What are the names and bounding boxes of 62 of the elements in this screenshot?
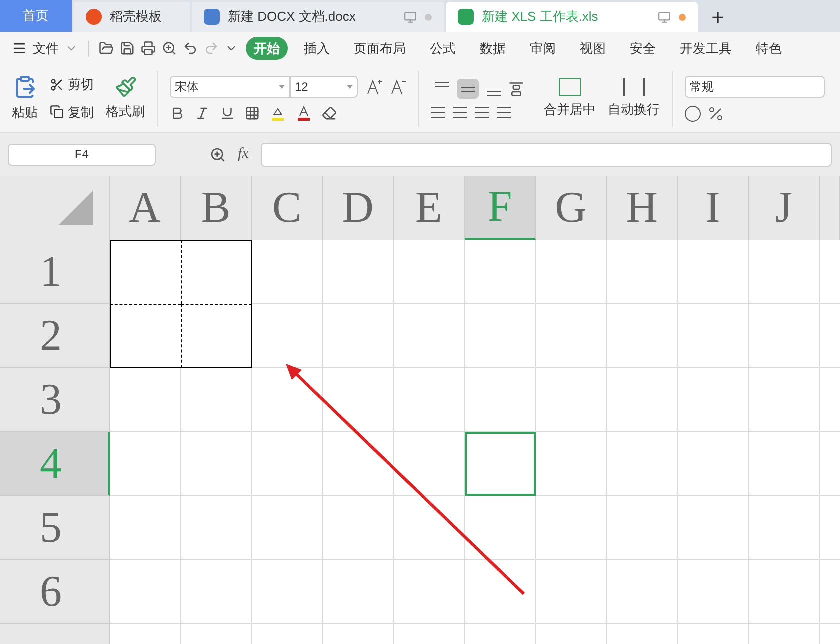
menu-tab[interactable]: 页面布局 xyxy=(346,36,414,60)
align-icon[interactable] xyxy=(431,107,445,118)
name-box[interactable]: F4 xyxy=(8,144,156,166)
font-color-icon[interactable] xyxy=(296,106,312,122)
caret-icon[interactable] xyxy=(279,84,285,88)
font-size-dropdown[interactable]: 12 xyxy=(290,76,358,98)
print-icon[interactable] xyxy=(141,41,156,56)
menu-tab[interactable]: 审阅 xyxy=(522,36,564,60)
cell[interactable] xyxy=(110,240,181,304)
active-cell[interactable] xyxy=(465,432,536,496)
document-tab[interactable]: 稻壳模板 xyxy=(74,2,190,32)
copy-icon[interactable] xyxy=(50,105,64,120)
menu-tab[interactable]: 特色 xyxy=(748,36,790,60)
file-menu[interactable]: 文件 xyxy=(33,38,59,58)
menu-tab[interactable]: 数据 xyxy=(472,36,514,60)
scissors-icon[interactable] xyxy=(50,78,64,92)
cell[interactable] xyxy=(110,304,181,368)
monitor-icon[interactable] xyxy=(658,10,671,24)
clipboard-icon[interactable] xyxy=(13,74,37,99)
cut-button[interactable]: 剪切 xyxy=(68,75,94,94)
folder-icon[interactable] xyxy=(99,41,114,56)
monitor-icon[interactable] xyxy=(404,10,417,24)
align-icon[interactable] xyxy=(497,107,511,118)
eraser-icon[interactable] xyxy=(322,106,337,121)
copy-button[interactable]: 复制 xyxy=(68,102,94,122)
paste-button[interactable]: 粘贴 xyxy=(12,102,38,122)
cell[interactable] xyxy=(181,240,252,304)
menu-tab[interactable]: 视图 xyxy=(572,36,614,60)
new-tab-button[interactable]: + xyxy=(698,2,738,32)
decrease-font-icon[interactable] xyxy=(390,78,406,94)
paintbrush-icon[interactable] xyxy=(114,76,136,98)
align-icon[interactable] xyxy=(453,107,467,118)
menu-tab[interactable]: 安全 xyxy=(622,36,664,60)
menu-icon[interactable] xyxy=(12,41,27,56)
menu-tab[interactable]: 公式 xyxy=(422,36,464,60)
menu-tab[interactable]: 开发工具 xyxy=(672,36,740,60)
align-icon[interactable] xyxy=(475,107,489,118)
format-painter-button[interactable]: 格式刷 xyxy=(106,102,145,122)
zoom-icon[interactable] xyxy=(210,146,226,162)
underline-icon[interactable] xyxy=(220,106,235,121)
document-tab[interactable]: 新建 DOCX 文档.docx xyxy=(192,2,444,32)
formula-input-field[interactable] xyxy=(260,142,832,166)
menu-tab[interactable]: 插入 xyxy=(296,36,338,60)
merge-center-button[interactable]: 合并居中 xyxy=(544,78,596,120)
number-format-dropdown[interactable]: 常规 xyxy=(685,76,825,98)
font-name-dropdown[interactable]: 宋体 xyxy=(170,76,290,98)
cell[interactable] xyxy=(181,304,252,368)
select-all-icon[interactable] xyxy=(59,191,93,225)
function-label[interactable]: fx xyxy=(238,143,249,166)
percent-icon[interactable] xyxy=(709,106,723,120)
caret-icon[interactable] xyxy=(347,84,353,88)
vertical-align-button[interactable] xyxy=(457,79,479,99)
redo-icon[interactable] xyxy=(204,41,219,56)
border-icon[interactable] xyxy=(245,106,260,121)
print-preview-icon[interactable] xyxy=(162,41,177,56)
undo-icon[interactable] xyxy=(183,41,198,56)
wrap-text-button[interactable]: 自动换行 xyxy=(608,78,660,120)
save-icon[interactable] xyxy=(120,41,135,56)
fill-color-icon[interactable] xyxy=(270,106,286,122)
bold-icon[interactable] xyxy=(170,106,185,121)
italic-icon[interactable] xyxy=(195,106,210,121)
increase-font-icon[interactable] xyxy=(366,78,382,94)
